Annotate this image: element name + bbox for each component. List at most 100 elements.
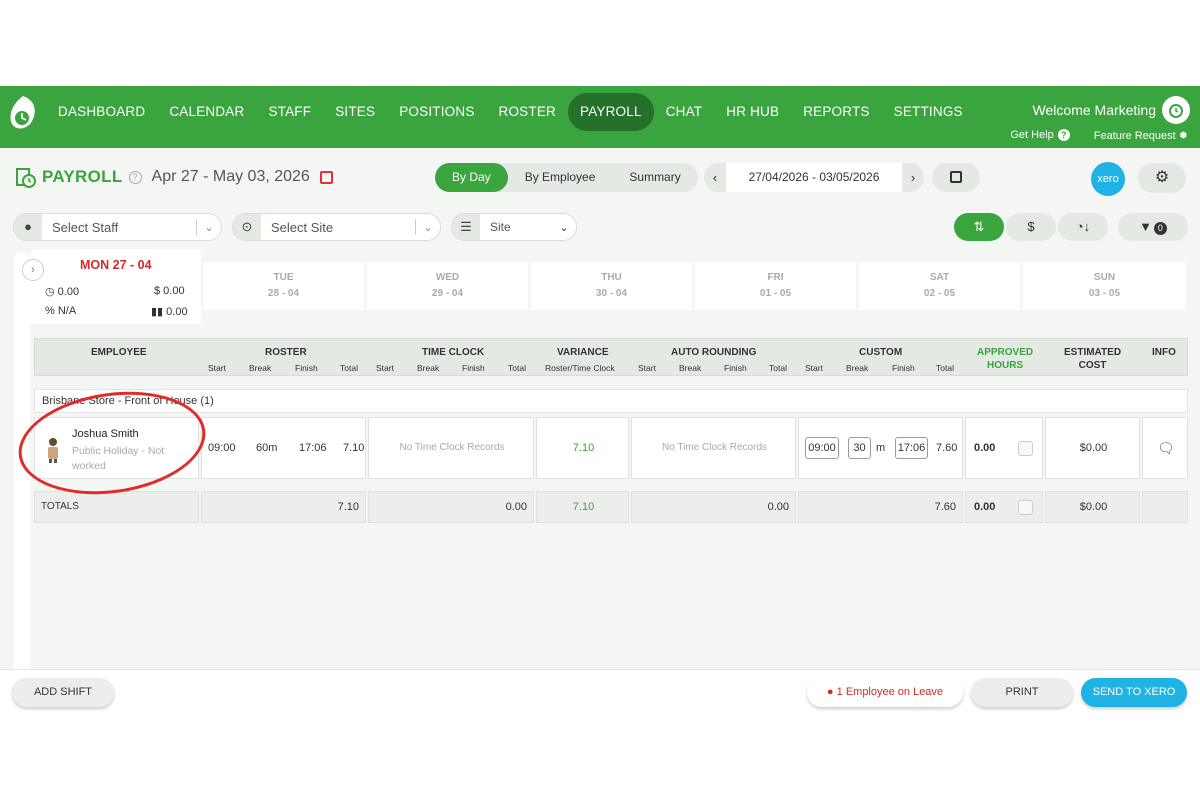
variance-cell: 7.10 — [536, 417, 629, 479]
employee-cell[interactable]: Joshua Smith Public Holiday - Not worked — [34, 417, 199, 479]
col-roster: ROSTER — [265, 347, 307, 358]
calendar-picker-button[interactable] — [932, 163, 980, 192]
tab-summary[interactable]: Summary — [612, 163, 697, 192]
feature-request-link[interactable]: Feature Request ✹ — [1094, 129, 1188, 142]
sub-break: Break — [417, 363, 440, 373]
site-group-row[interactable]: Brisbane Store - Front of House (1) — [34, 389, 1188, 413]
day-card-sat[interactable]: SAT 02 - 05 — [859, 262, 1020, 310]
info-cell: 🗨 — [1142, 417, 1188, 479]
totals-roster: 7.10 — [337, 501, 359, 513]
view-tabs: By Day By Employee Summary — [435, 163, 698, 192]
custom-break-input[interactable]: 30 — [848, 437, 871, 459]
tab-by-employee[interactable]: By Employee — [508, 163, 613, 192]
totals-cost-cell: $0.00 — [1045, 491, 1140, 523]
get-help-link[interactable]: Get Help? — [1010, 129, 1070, 142]
print-button[interactable]: PRINT — [971, 678, 1073, 707]
welcome-text: Welcome Marketing — [1032, 102, 1156, 118]
sub-finish: Finish — [462, 363, 485, 373]
col-variance: VARIANCE — [557, 347, 609, 358]
totals-variance: 7.10 — [572, 501, 595, 513]
roster-cell: 09:00 60m 17:06 7.10 — [201, 417, 366, 479]
page-header: PAYROLL ? Apr 27 - May 03, 2026 — [16, 166, 333, 188]
nav-payroll[interactable]: PAYROLL — [568, 93, 654, 131]
calendar-icon — [950, 171, 962, 183]
day-card-monday-active[interactable]: MON 27 - 04 ◷ 0.00 $ 0.00 % N/A ▮▮ 0.00 — [30, 249, 201, 324]
chevron-down-icon: ⌄ — [423, 221, 433, 234]
nav-roster[interactable]: ROSTER — [487, 93, 568, 131]
day-date: 02 - 05 — [923, 288, 956, 299]
day-date: 01 - 05 — [759, 288, 792, 299]
clock-sort-icon[interactable]: ◔↓ — [1058, 213, 1108, 241]
time-clock-cell: No Time Clock Records — [368, 417, 534, 479]
custom-finish-input[interactable]: 17:06 — [895, 437, 928, 459]
app-logo-icon[interactable] — [8, 94, 38, 132]
sub-roster-time-clock: Roster/Time Clock — [545, 363, 615, 373]
account-avatar-icon[interactable] — [1162, 96, 1190, 124]
payroll-icon — [16, 168, 36, 188]
custom-start-input[interactable]: 09:00 — [805, 437, 839, 459]
sub-total: Total — [340, 363, 358, 373]
totals-custom-cell: 7.60 — [798, 491, 963, 523]
help-links: Get Help? Feature Request ✹ — [1010, 129, 1188, 142]
site-select[interactable]: ⊙ Select Site ⌄ — [232, 213, 441, 241]
day-hours-value: 0.00 — [57, 286, 80, 298]
sub-start: Start — [805, 363, 823, 373]
day-date: 03 - 05 — [1088, 288, 1121, 299]
auto-rounding-empty: No Time Clock Records — [661, 442, 768, 453]
nav-hr-hub[interactable]: HR HUB — [714, 93, 791, 131]
add-shift-button[interactable]: ADD SHIFT — [12, 678, 114, 707]
settings-gear-icon[interactable]: ⚙ — [1138, 163, 1186, 193]
day-date: 28 - 04 — [267, 288, 300, 299]
chevron-down-icon: ⌄ — [559, 221, 569, 234]
day-card-sun[interactable]: SUN 03 - 05 — [1023, 262, 1186, 310]
nav-sites[interactable]: SITES — [323, 93, 387, 131]
next-week-chevron-icon[interactable]: › — [902, 170, 924, 185]
expand-chevron-icon[interactable]: › — [22, 259, 44, 281]
sub-break: Break — [679, 363, 702, 373]
staff-select[interactable]: ● Select Staff ⌄ — [13, 213, 222, 241]
day-card-wed[interactable]: WED 29 - 04 — [367, 262, 528, 310]
employee-on-leave-button[interactable]: ● 1 Employee on Leave — [807, 678, 963, 707]
send-to-xero-button[interactable]: SEND TO XERO — [1081, 678, 1187, 707]
prev-week-chevron-icon[interactable]: ‹ — [704, 170, 726, 185]
nav-dashboard[interactable]: DASHBOARD — [46, 93, 157, 131]
employee-name: Joshua Smith — [72, 428, 139, 440]
sort-order-icon[interactable]: ⇅ — [954, 213, 1004, 241]
custom-cell: 09:00 30 m 17:06 7.60 — [798, 417, 963, 479]
get-help-label: Get Help — [1010, 129, 1054, 141]
tab-by-day[interactable]: By Day — [435, 163, 508, 192]
totals-time-clock-cell: 0.00 — [368, 491, 534, 523]
nav-settings[interactable]: SETTINGS — [882, 93, 975, 131]
custom-break-unit: m — [876, 442, 886, 454]
approved-label: APPROVED — [977, 347, 1034, 358]
roster-total: 7.10 — [343, 442, 365, 454]
totals-label: TOTALS — [41, 501, 79, 512]
nav-staff[interactable]: STAFF — [256, 93, 323, 131]
day-name: TUE — [273, 272, 294, 283]
totals-approve-checkbox[interactable] — [1018, 500, 1033, 515]
help-question-icon[interactable]: ? — [128, 170, 142, 184]
day-card-thu[interactable]: THU 30 - 04 — [531, 262, 692, 310]
top-navigation: DASHBOARD CALENDAR STAFF SITES POSITIONS… — [0, 86, 1200, 148]
nav-calendar[interactable]: CALENDAR — [157, 93, 256, 131]
nav-reports[interactable]: REPORTS — [791, 93, 881, 131]
approve-checkbox[interactable] — [1018, 441, 1033, 456]
employee-avatar — [48, 438, 58, 463]
day-card-fri[interactable]: FRI 01 - 05 — [695, 262, 856, 310]
calendar-red-icon[interactable] — [319, 170, 333, 184]
nav-chat[interactable]: CHAT — [654, 93, 715, 131]
day-chart-value: 0.00 — [166, 306, 188, 318]
day-card-tue[interactable]: TUE 28 - 04 — [203, 262, 364, 310]
day-date: 30 - 04 — [595, 288, 628, 299]
nav-positions[interactable]: POSITIONS — [387, 93, 486, 131]
group-by-select[interactable]: ☰ Site ⌄ — [451, 213, 577, 241]
totals-custom: 7.60 — [934, 501, 956, 513]
dollar-icon[interactable]: $ — [1006, 213, 1056, 241]
sub-total: Total — [508, 363, 526, 373]
day-name: THU — [601, 272, 622, 283]
comment-icon[interactable]: 🗨 — [1157, 440, 1175, 457]
xero-logo-button[interactable]: xero — [1091, 162, 1125, 196]
time-clock-empty: No Time Clock Records — [399, 442, 505, 453]
filter-funnel-icon[interactable]: ▼ 0 — [1118, 213, 1188, 241]
date-range-field[interactable]: 27/04/2026 - 03/05/2026 — [726, 163, 902, 192]
